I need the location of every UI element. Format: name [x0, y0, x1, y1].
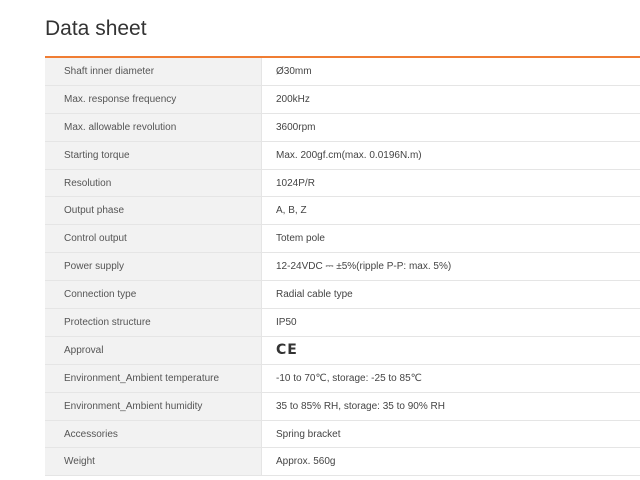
- table-row: Weight Approx. 560g: [45, 447, 640, 477]
- spec-label: Approval: [45, 336, 262, 365]
- table-row: Protection structure IP50: [45, 308, 640, 337]
- table-row: Environment_Ambient temperature -10 to 7…: [45, 364, 640, 393]
- spec-label: Connection type: [45, 280, 262, 310]
- table-row: Power supply 12-24VDC ⎓ ±5%(ripple P-P: …: [45, 252, 640, 282]
- table-row: Connection type Radial cable type: [45, 280, 640, 310]
- spec-label: Control output: [45, 224, 262, 254]
- spec-value: A, B, Z: [261, 196, 640, 226]
- spec-label: Starting torque: [45, 141, 262, 170]
- table-row: Max. response frequency 200kHz: [45, 85, 640, 114]
- spec-label: Protection structure: [45, 308, 262, 337]
- spec-value: -10 to 70℃, storage: -25 to 85℃: [261, 364, 640, 393]
- spec-label: Max. response frequency: [45, 85, 262, 114]
- spec-label: Max. allowable revolution: [45, 113, 262, 142]
- spec-value: Max. 200gf.cm(max. 0.0196N.m): [261, 141, 640, 170]
- table-row: Output phase A, B, Z: [45, 196, 640, 226]
- spec-value: 12-24VDC ⎓ ±5%(ripple P-P: max. 5%): [261, 252, 640, 282]
- spec-label: Power supply: [45, 252, 262, 282]
- table-row: Environment_Ambient humidity 35 to 85% R…: [45, 392, 640, 421]
- table-row: Approval CE: [45, 336, 640, 365]
- spec-value: Totem pole: [261, 224, 640, 254]
- data-sheet-table: Shaft inner diameter Ø30mm Max. response…: [45, 56, 640, 477]
- spec-label: Accessories: [45, 420, 262, 449]
- table-row: Accessories Spring bracket: [45, 420, 640, 449]
- table-row: Resolution 1024P/R: [45, 169, 640, 198]
- spec-value: Radial cable type: [261, 280, 640, 310]
- spec-value: 1024P/R: [261, 169, 640, 198]
- spec-label: Environment_Ambient temperature: [45, 364, 262, 393]
- table-row: Control output Totem pole: [45, 224, 640, 254]
- spec-value: 3600rpm: [261, 113, 640, 142]
- spec-value: Ø30mm: [261, 58, 640, 86]
- table-row: Starting torque Max. 200gf.cm(max. 0.019…: [45, 141, 640, 170]
- page-title: Data sheet: [45, 17, 147, 40]
- spec-label: Resolution: [45, 169, 262, 198]
- table-row: Max. allowable revolution 3600rpm: [45, 113, 640, 142]
- spec-value: 35 to 85% RH, storage: 35 to 90% RH: [261, 392, 640, 421]
- spec-label: Shaft inner diameter: [45, 58, 262, 86]
- spec-value: IP50: [261, 308, 640, 337]
- spec-value: 200kHz: [261, 85, 640, 114]
- ce-mark-icon: CE: [276, 342, 298, 359]
- table-row: Shaft inner diameter Ø30mm: [45, 58, 640, 86]
- spec-value: Approx. 560g: [261, 447, 640, 477]
- spec-label: Weight: [45, 447, 262, 477]
- spec-value: CE: [261, 336, 640, 365]
- spec-label: Output phase: [45, 196, 262, 226]
- spec-label: Environment_Ambient humidity: [45, 392, 262, 421]
- spec-value: Spring bracket: [261, 420, 640, 449]
